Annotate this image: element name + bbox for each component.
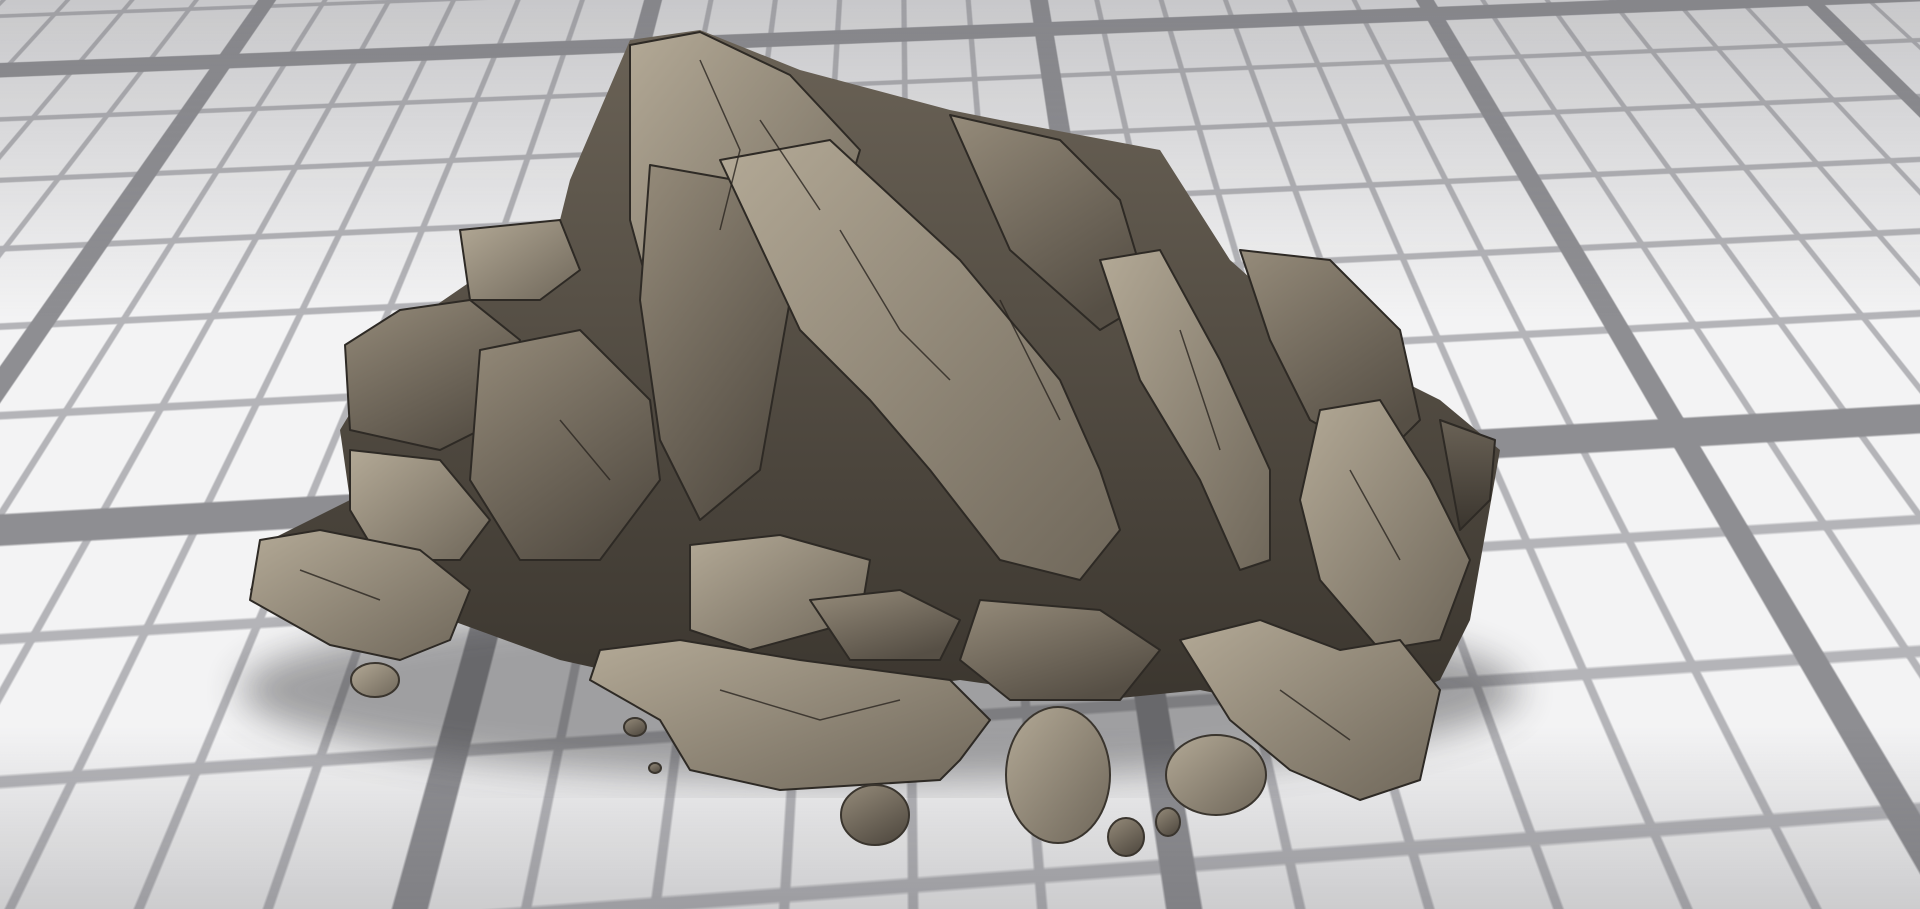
rock-pile (240, 30, 1520, 857)
pebble (623, 717, 647, 737)
pebble (1165, 734, 1267, 816)
pebble (1005, 706, 1111, 844)
pebble (1107, 817, 1145, 857)
pebble (1155, 807, 1181, 837)
pebble (350, 662, 400, 698)
pebble (648, 762, 662, 774)
pebble (840, 784, 910, 846)
